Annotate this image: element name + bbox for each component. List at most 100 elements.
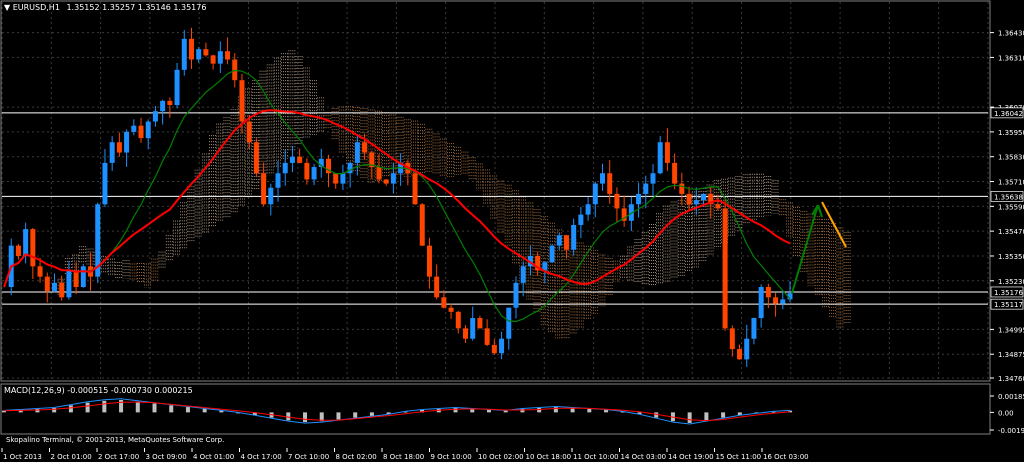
time-label: 16 Oct 03:00 xyxy=(763,453,809,461)
price-label: 1.35950 xyxy=(998,129,1024,137)
price-label: 1.36310 xyxy=(998,54,1024,62)
bear-candle xyxy=(44,276,50,292)
macd-bar xyxy=(152,403,157,413)
bull-candle xyxy=(66,270,72,298)
price-label: 1.35830 xyxy=(998,154,1024,162)
time-label: 11 Oct 10:00 xyxy=(573,453,619,461)
bear-candle xyxy=(441,297,447,308)
bull-candle xyxy=(780,299,786,304)
bull-candle xyxy=(23,229,29,256)
macd-axis-label: 0.00 xyxy=(998,409,1014,417)
macd-bar xyxy=(303,412,308,423)
price-label: 1.35470 xyxy=(998,228,1024,236)
bull-candle xyxy=(592,183,598,205)
bull-candle xyxy=(650,173,656,184)
bull-candle xyxy=(131,125,137,132)
bull-candle xyxy=(693,200,699,205)
bull-candle xyxy=(347,162,353,174)
time-label: 8 Oct 02:00 xyxy=(336,453,377,461)
macd-bar xyxy=(654,412,659,418)
bear-candle xyxy=(484,328,490,345)
price-label: 1.36430 xyxy=(998,30,1024,38)
bull-candle xyxy=(542,262,548,271)
bear-candle xyxy=(383,179,389,184)
bear-candle xyxy=(253,142,259,174)
bear-candle xyxy=(15,245,21,256)
bear-candle xyxy=(715,204,721,209)
macd-bar xyxy=(721,412,726,418)
bear-candle xyxy=(477,318,483,329)
time-label: 15 Oct 11:00 xyxy=(716,453,762,461)
bear-candle xyxy=(138,125,144,139)
bear-candle xyxy=(722,208,728,329)
bull-candle xyxy=(124,131,130,153)
bull-candle xyxy=(282,162,288,174)
bull-candle xyxy=(506,307,512,339)
bull-candle xyxy=(556,235,562,246)
time-label: 10 Oct 18:00 xyxy=(526,453,572,461)
macd-bar xyxy=(202,408,207,413)
bull-candle xyxy=(354,142,360,163)
bear-candle xyxy=(188,38,194,60)
bull-candle xyxy=(174,69,180,105)
bear-candle xyxy=(737,349,743,360)
bear-candle xyxy=(419,204,425,246)
bull-candle xyxy=(513,282,519,308)
bear-candle xyxy=(607,173,613,194)
macd-bar xyxy=(453,407,458,413)
bear-candle xyxy=(765,287,771,298)
price-label: 1.34875 xyxy=(998,351,1024,359)
time-label: 1 Oct 2013 xyxy=(3,453,42,461)
macd-bar xyxy=(737,412,742,416)
time-label: 10 Oct 02:00 xyxy=(478,453,524,461)
bear-candle xyxy=(463,328,469,339)
time-label: 14 Oct 19:00 xyxy=(668,453,714,461)
bear-candle xyxy=(426,245,432,277)
bear-candle xyxy=(455,311,461,329)
bear-candle xyxy=(37,266,43,277)
bull-candle xyxy=(390,173,396,184)
bear-candle xyxy=(167,100,173,105)
bear-candle xyxy=(491,344,497,354)
macd-bar xyxy=(336,412,341,420)
bear-candle xyxy=(362,142,368,153)
bear-candle xyxy=(246,121,252,143)
bull-candle xyxy=(751,318,757,339)
bull-candle xyxy=(578,214,584,225)
bear-candle xyxy=(73,270,79,287)
price-label: 1.35590 xyxy=(998,203,1024,211)
level-label: 1.35176 xyxy=(994,289,1023,297)
chart-title: ▼ EURUSD,H1 1.35152 1.35257 1.35146 1.35… xyxy=(4,3,206,12)
bull-candle xyxy=(571,224,577,250)
macd-title: MACD(12,26,9) -0.000515 -0.000730 0.0002… xyxy=(4,386,193,395)
copyright-text: Skopalino Terminal, © 2001-2013, MetaQuo… xyxy=(6,436,224,444)
macd-bar xyxy=(520,408,525,413)
bull-candle xyxy=(80,266,86,287)
ohlc-label: 1.35152 1.35257 1.35146 1.35176 xyxy=(66,3,206,12)
bull-candle xyxy=(470,318,476,339)
bull-candle xyxy=(196,49,202,60)
macd-bar xyxy=(353,412,358,418)
bull-candle xyxy=(585,204,591,215)
level-label: 1.35117 xyxy=(994,301,1023,309)
time-label: 2 Oct 01:00 xyxy=(51,453,92,461)
time-label: 7 Oct 10:00 xyxy=(288,453,329,461)
bull-candle xyxy=(700,193,706,201)
bull-candle xyxy=(758,287,764,319)
time-label: 8 Oct 18:00 xyxy=(383,453,424,461)
bear-candle xyxy=(59,282,65,298)
macd-bar xyxy=(369,412,374,416)
time-label: 4 Oct 01:00 xyxy=(193,453,234,461)
time-label: 14 Oct 03:00 xyxy=(621,453,667,461)
bull-candle xyxy=(744,338,750,360)
symbol-label: EURUSD,H1 xyxy=(13,3,60,12)
bear-candle xyxy=(239,80,245,122)
level-label: 1.35638 xyxy=(994,193,1023,201)
macd-axis-label: 0.001853 xyxy=(998,393,1024,401)
bull-candle xyxy=(102,162,108,205)
bear-candle xyxy=(679,183,685,194)
bear-candle xyxy=(448,307,454,312)
bull-candle xyxy=(160,100,166,112)
bear-candle xyxy=(376,167,382,180)
bear-candle xyxy=(614,193,620,209)
